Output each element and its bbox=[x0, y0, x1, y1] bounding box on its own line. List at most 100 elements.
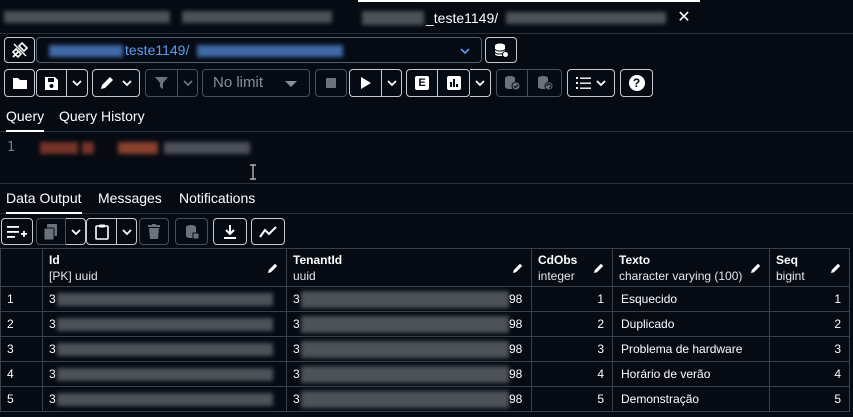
close-icon[interactable]: ✕ bbox=[674, 8, 694, 28]
cell-cdobs[interactable]: 4 bbox=[532, 362, 613, 387]
table-row[interactable]: 5 3 3 98 5 Demonstração 5 bbox=[0, 387, 853, 412]
save-options-dropdown[interactable] bbox=[67, 69, 88, 97]
cell-cdobs[interactable]: 1 bbox=[532, 287, 613, 312]
row-number[interactable]: 2 bbox=[0, 312, 43, 337]
explain-analyze-button[interactable] bbox=[438, 69, 470, 97]
cell-tenantid[interactable]: 3 98 bbox=[287, 287, 532, 312]
cell-id[interactable]: 3 bbox=[43, 362, 287, 387]
column-header-id[interactable]: Id [PK] uuid bbox=[43, 248, 287, 287]
row-number-header[interactable] bbox=[0, 248, 43, 287]
cell-texto[interactable]: Duplicado bbox=[613, 312, 770, 337]
table-row[interactable]: 2 3 3 98 2 Duplicado 2 bbox=[0, 312, 853, 337]
row-number[interactable]: 4 bbox=[0, 362, 43, 387]
chevron-down-icon bbox=[386, 80, 397, 87]
tab-redacted-1[interactable] bbox=[0, 0, 180, 34]
filter-button[interactable] bbox=[145, 69, 178, 97]
pencil-icon[interactable] bbox=[750, 262, 762, 274]
copy-options-dropdown[interactable] bbox=[66, 218, 86, 245]
tab-data-output[interactable]: Data Output bbox=[6, 185, 82, 214]
macros-button[interactable] bbox=[567, 69, 615, 97]
tab-query[interactable]: Query bbox=[6, 101, 45, 132]
cell-seq[interactable]: 3 bbox=[770, 337, 850, 362]
cell-texto[interactable]: Demonstração bbox=[613, 387, 770, 412]
rollback-button[interactable] bbox=[528, 69, 562, 97]
column-name: TenantId bbox=[293, 253, 343, 267]
redacted-value bbox=[301, 291, 509, 308]
explain-button[interactable]: E bbox=[406, 69, 438, 97]
execute-button[interactable] bbox=[349, 69, 382, 97]
delete-row-button[interactable] bbox=[139, 218, 169, 245]
pencil-icon[interactable] bbox=[267, 262, 279, 274]
download-button[interactable] bbox=[213, 218, 247, 245]
paste-button[interactable] bbox=[86, 218, 117, 245]
row-number[interactable]: 3 bbox=[0, 337, 43, 362]
row-number[interactable]: 5 bbox=[0, 387, 43, 412]
cell-id[interactable]: 3 bbox=[43, 337, 287, 362]
stop-query-button[interactable] bbox=[315, 69, 347, 97]
cell-texto[interactable]: Horário de verão bbox=[613, 362, 770, 387]
cell-cdobs[interactable]: 3 bbox=[532, 337, 613, 362]
row-limit-select[interactable]: No limit bbox=[202, 69, 310, 97]
cell-id[interactable]: 3 bbox=[43, 387, 287, 412]
tab-active-query[interactable]: _teste1149/ ✕ bbox=[358, 0, 700, 34]
cell-tenantid[interactable]: 3 98 bbox=[287, 337, 532, 362]
open-file-button[interactable] bbox=[4, 69, 35, 97]
cell-id-prefix: 3 bbox=[49, 367, 56, 381]
filter-options-dropdown[interactable] bbox=[178, 69, 198, 97]
sql-editor[interactable]: 1 bbox=[0, 132, 853, 184]
cell-seq[interactable]: 5 bbox=[770, 387, 850, 412]
column-header-seq[interactable]: Seq bigint bbox=[770, 248, 850, 287]
connection-value: teste1149/ bbox=[125, 42, 190, 58]
stop-icon bbox=[326, 78, 336, 88]
save-button[interactable] bbox=[36, 69, 67, 97]
cell-cdobs[interactable]: 2 bbox=[532, 312, 613, 337]
cell-seq[interactable]: 2 bbox=[770, 312, 850, 337]
cell-cdobs[interactable]: 5 bbox=[532, 387, 613, 412]
column-header-texto[interactable]: Texto character varying (100) bbox=[613, 248, 770, 287]
trash-icon bbox=[148, 224, 160, 239]
copy-icon bbox=[44, 223, 57, 240]
copy-button[interactable] bbox=[36, 218, 66, 245]
play-icon bbox=[360, 77, 371, 89]
connection-status-button[interactable] bbox=[4, 37, 35, 63]
connection-select[interactable]: teste1149/ bbox=[36, 37, 482, 63]
cell-seq[interactable]: 4 bbox=[770, 362, 850, 387]
table-row[interactable]: 1 3 3 98 1 Esquecido 1 bbox=[0, 287, 853, 312]
redacted-value bbox=[57, 293, 273, 306]
cell-tenantid[interactable]: 3 98 bbox=[287, 312, 532, 337]
column-header-cdobs[interactable]: CdObs integer bbox=[532, 248, 613, 287]
cell-texto[interactable]: Problema de hardware bbox=[613, 337, 770, 362]
cell-id[interactable]: 3 bbox=[43, 312, 287, 337]
save-data-button[interactable] bbox=[175, 218, 208, 245]
help-button[interactable]: ? bbox=[620, 69, 653, 97]
paste-options-dropdown[interactable] bbox=[117, 218, 137, 245]
add-row-button[interactable] bbox=[1, 218, 33, 245]
edit-button[interactable] bbox=[92, 69, 140, 97]
tab-query-history[interactable]: Query History bbox=[59, 101, 145, 132]
cell-seq[interactable]: 1 bbox=[770, 287, 850, 312]
row-number[interactable]: 1 bbox=[0, 287, 43, 312]
cell-tenantid[interactable]: 3 98 bbox=[287, 362, 532, 387]
cell-texto[interactable]: Esquecido bbox=[613, 287, 770, 312]
tab-redacted-2[interactable] bbox=[182, 0, 352, 34]
pencil-icon[interactable] bbox=[830, 262, 842, 274]
cell-tenant-prefix: 3 bbox=[293, 342, 300, 356]
line-chart-icon bbox=[259, 225, 277, 238]
column-header-tenantid[interactable]: TenantId uuid bbox=[287, 248, 532, 287]
table-row[interactable]: 4 3 3 98 4 Horário de verão 4 bbox=[0, 362, 853, 387]
cell-tenantid[interactable]: 3 98 bbox=[287, 387, 532, 412]
pencil-icon[interactable] bbox=[512, 262, 524, 274]
table-row[interactable]: 3 3 3 98 3 Problema de hardware 3 bbox=[0, 337, 853, 362]
tab-messages[interactable]: Messages bbox=[98, 185, 162, 214]
cell-id[interactable]: 3 bbox=[43, 287, 287, 312]
commit-button[interactable] bbox=[496, 69, 528, 97]
output-tabs: Data Output Messages Notifications bbox=[0, 185, 853, 214]
graph-visualiser-button[interactable] bbox=[251, 218, 285, 245]
chevron-down-icon bbox=[122, 80, 132, 87]
tab-notifications[interactable]: Notifications bbox=[179, 185, 255, 214]
database-undo-icon bbox=[537, 76, 553, 91]
pencil-icon[interactable] bbox=[593, 262, 605, 274]
database-settings-button[interactable] bbox=[485, 37, 517, 63]
execute-options-dropdown[interactable] bbox=[382, 69, 402, 97]
explain-options-dropdown[interactable] bbox=[470, 69, 491, 97]
